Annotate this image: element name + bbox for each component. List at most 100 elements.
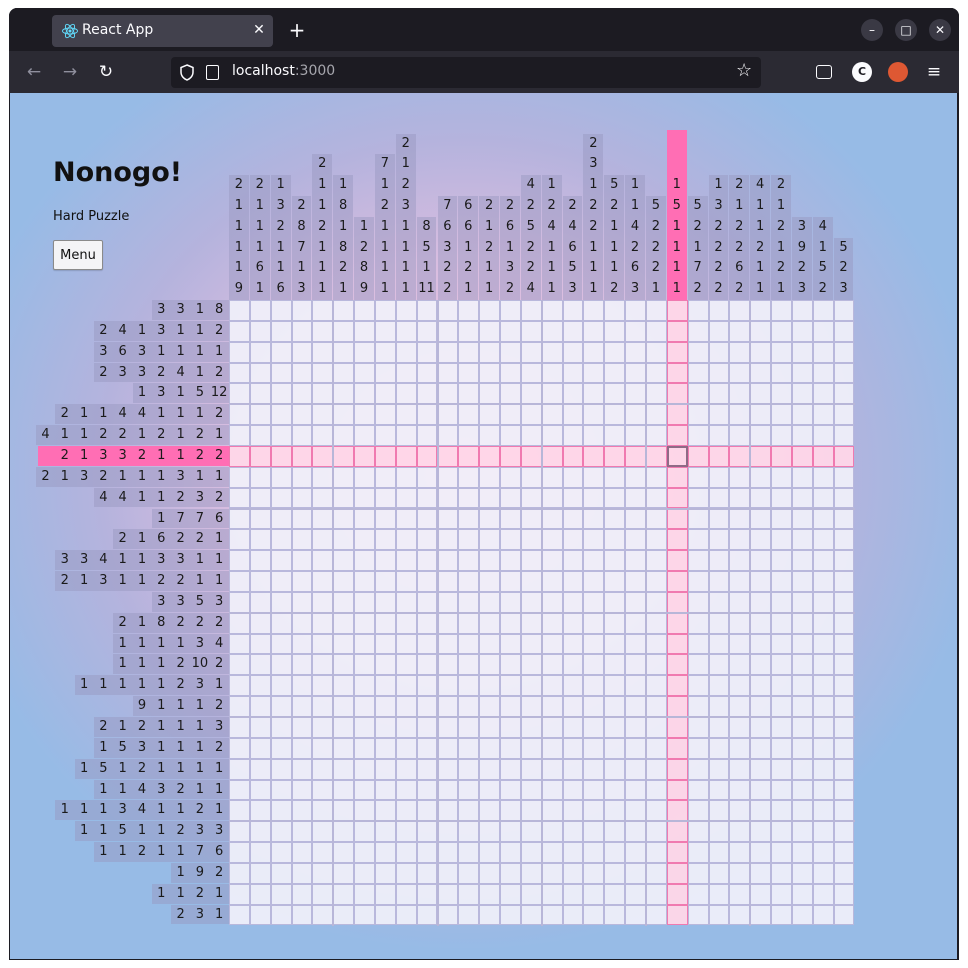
grid-cell[interactable]	[437, 842, 459, 863]
grid-cell[interactable]	[249, 571, 271, 592]
grid-cell[interactable]	[437, 383, 459, 405]
grid-cell[interactable]	[249, 466, 271, 488]
grid-cell[interactable]	[833, 341, 855, 363]
grid-cell[interactable]	[520, 571, 542, 592]
grid-cell[interactable]	[708, 779, 730, 801]
grid-cell[interactable]	[541, 717, 563, 738]
grid-cell[interactable]	[687, 779, 709, 801]
grid-cell[interactable]	[229, 654, 250, 676]
grid-cell[interactable]	[395, 904, 417, 926]
grid-cell[interactable]	[291, 529, 313, 551]
grid-cell[interactable]	[771, 633, 792, 655]
grid-cell[interactable]	[791, 529, 813, 551]
grid-cell[interactable]	[625, 842, 646, 863]
grid-cell[interactable]	[374, 717, 396, 738]
grid-cell[interactable]	[500, 404, 521, 426]
grid-cell[interactable]	[666, 842, 688, 863]
grid-cell[interactable]	[458, 487, 480, 509]
grid-cell[interactable]	[708, 883, 730, 905]
grid-cell[interactable]	[729, 487, 751, 509]
grid-cell[interactable]	[604, 591, 626, 613]
grid-cell[interactable]	[270, 404, 292, 426]
grid-cell[interactable]	[750, 445, 772, 467]
grid-cell[interactable]	[812, 675, 834, 697]
grid-cell[interactable]	[500, 717, 521, 738]
grid-cell[interactable]	[791, 800, 813, 822]
grid-cell[interactable]	[374, 883, 396, 905]
grid-cell[interactable]	[833, 487, 855, 509]
grid-cell[interactable]	[583, 591, 605, 613]
grid-cell[interactable]	[520, 383, 542, 405]
grid-cell[interactable]	[291, 300, 313, 321]
grid-cell[interactable]	[541, 800, 563, 822]
grid-cell[interactable]	[312, 529, 334, 551]
grid-cell[interactable]	[583, 883, 605, 905]
grid-cell[interactable]	[458, 404, 480, 426]
grid-cell[interactable]	[291, 779, 313, 801]
grid-cell[interactable]	[229, 445, 250, 467]
grid-cell[interactable]	[312, 404, 334, 426]
grid-cell[interactable]	[312, 487, 334, 509]
grid-cell[interactable]	[354, 612, 375, 634]
grid-cell[interactable]	[458, 445, 480, 467]
grid-cell[interactable]	[333, 862, 355, 884]
grid-cell[interactable]	[833, 862, 855, 884]
grid-cell[interactable]	[541, 675, 563, 697]
grid-cell[interactable]	[437, 883, 459, 905]
grid-cell[interactable]	[708, 529, 730, 551]
grid-cell[interactable]	[270, 425, 292, 446]
grid-cell[interactable]	[520, 404, 542, 426]
grid-cell[interactable]	[458, 320, 480, 342]
grid-cell[interactable]	[333, 404, 355, 426]
grid-cell[interactable]	[729, 612, 751, 634]
grid-cell[interactable]	[833, 425, 855, 446]
grid-cell[interactable]	[249, 633, 271, 655]
grid-cell[interactable]	[750, 404, 772, 426]
grid-cell[interactable]	[604, 800, 626, 822]
grid-cell[interactable]	[812, 300, 834, 321]
grid-cell[interactable]	[833, 300, 855, 321]
grid-cell[interactable]	[541, 445, 563, 467]
grid-cell[interactable]	[333, 571, 355, 592]
grid-cell[interactable]	[374, 779, 396, 801]
grid-cell[interactable]	[374, 862, 396, 884]
grid-cell[interactable]	[312, 612, 334, 634]
grid-cell[interactable]	[416, 696, 438, 717]
grid-cell[interactable]	[708, 821, 730, 843]
grid-cell[interactable]	[312, 633, 334, 655]
grid-cell[interactable]	[708, 383, 730, 405]
grid-cell[interactable]	[249, 717, 271, 738]
grid-cell[interactable]	[646, 904, 667, 926]
grid-cell[interactable]	[833, 362, 855, 384]
grid-cell[interactable]	[625, 800, 646, 822]
grid-cell[interactable]	[229, 779, 250, 801]
bookmark-star-icon[interactable]: ☆	[736, 60, 752, 81]
grid-cell[interactable]	[500, 675, 521, 697]
grid-cell[interactable]	[771, 591, 792, 613]
grid-cell[interactable]	[374, 529, 396, 551]
grid-cell[interactable]	[500, 842, 521, 863]
grid-cell[interactable]	[520, 320, 542, 342]
grid-cell[interactable]	[562, 737, 584, 759]
grid-cell[interactable]	[437, 362, 459, 384]
grid-cell[interactable]	[416, 550, 438, 572]
pocket-icon[interactable]	[816, 65, 832, 79]
grid-cell[interactable]	[479, 633, 501, 655]
grid-cell[interactable]	[583, 341, 605, 363]
grid-cell[interactable]	[249, 362, 271, 384]
grid-cell[interactable]	[708, 320, 730, 342]
grid-cell[interactable]	[520, 529, 542, 551]
grid-cell[interactable]	[437, 633, 459, 655]
grid-cell[interactable]	[520, 612, 542, 634]
grid-cell[interactable]	[333, 612, 355, 634]
grid-cell[interactable]	[625, 717, 646, 738]
grid-cell[interactable]	[229, 904, 250, 926]
grid-cell[interactable]	[729, 675, 751, 697]
grid-cell[interactable]	[625, 508, 646, 530]
reload-button[interactable]: ↻	[93, 59, 119, 85]
tab-close-icon[interactable]: ✕	[250, 18, 268, 42]
grid-cell[interactable]	[312, 654, 334, 676]
duckduckgo-icon[interactable]	[888, 62, 908, 82]
grid-cell[interactable]	[791, 362, 813, 384]
grid-cell[interactable]	[395, 591, 417, 613]
